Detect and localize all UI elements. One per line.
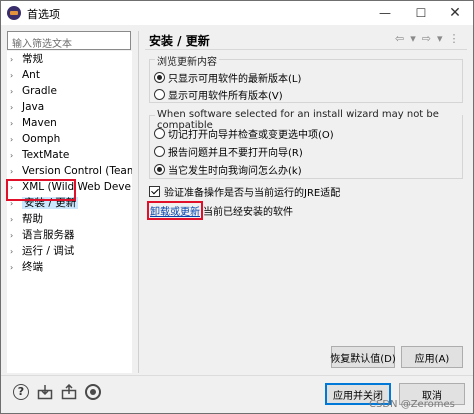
tree-item-textmate[interactable]: › TextMate (7, 147, 132, 163)
apply-button[interactable]: 应用(A) (401, 346, 463, 368)
chevron-right-icon[interactable]: › (10, 164, 20, 180)
import-icon[interactable] (37, 384, 53, 400)
radio-button[interactable] (154, 145, 165, 157)
chevron-right-icon[interactable]: › (10, 212, 20, 228)
page-nav: ⇦ ▾ ⇨ ▾ ⋮ (395, 32, 460, 46)
record-icon[interactable] (85, 384, 101, 400)
browse-updates-group: 浏览更新内容 只显示可用软件的最新版本(L) 显示可用软件所有版本(V) (149, 53, 463, 103)
tree-item-gradle[interactable]: › Gradle (7, 83, 132, 99)
verify-jre-label: 验证准备操作是否与当前运行的JRE适配 (164, 188, 341, 199)
title-separator (145, 49, 467, 50)
chevron-right-icon[interactable]: › (10, 52, 20, 68)
maximize-button[interactable]: ☐ (403, 1, 439, 25)
uninstall-update-link[interactable]: 卸载或更新 (150, 207, 200, 218)
tree-item-ant[interactable]: › Ant (7, 67, 132, 83)
pane-divider[interactable] (138, 31, 139, 373)
export-icon[interactable] (61, 383, 77, 400)
page-title: 安装 / 更新 (149, 34, 210, 48)
close-button[interactable]: ✕ (437, 1, 473, 25)
tree-item-terminal[interactable]: › 终端 (7, 259, 132, 275)
filter-input[interactable]: 输入筛选文本 (7, 31, 131, 50)
chevron-right-icon[interactable]: › (10, 260, 20, 276)
chevron-right-icon[interactable]: › (10, 228, 20, 244)
radio-button-selected[interactable] (154, 163, 165, 175)
radio-open-wizard[interactable]: 切记打开向导并检查或变更选中项(O) (154, 126, 334, 141)
uninstall-link-highlight: 卸载或更新 (147, 201, 203, 220)
wizard-compat-group: When software selected for an install wi… (149, 109, 463, 179)
radio-ask-me[interactable]: 当它发生时向我询问怎么办(k) (154, 162, 302, 177)
chevron-right-icon[interactable]: › (10, 244, 20, 260)
preferences-tree[interactable]: › 常规 › Ant › Gradle › Java › Maven › Oomph › Te… (7, 51, 132, 373)
uninstall-row: 卸载或更新 当前已经安装的软件 (147, 201, 293, 220)
radio-all-versions[interactable]: 显示可用软件所有版本(V) (154, 87, 283, 102)
radio-latest-only[interactable]: 只显示可用软件的最新版本(L) (154, 70, 302, 85)
chevron-right-icon[interactable]: › (10, 84, 20, 100)
selection-highlight-box (6, 179, 76, 201)
back-menu-icon[interactable]: ▾ (410, 32, 416, 46)
radio-label: 显示可用软件所有版本(V) (168, 90, 283, 102)
radio-label: 只显示可用软件的最新版本(L) (168, 73, 302, 85)
radio-label: 报告问题并且不要打开向导(R) (168, 147, 303, 159)
back-arrow-icon[interactable]: ⇦ (395, 32, 404, 46)
verify-jre-checkbox[interactable] (149, 186, 160, 197)
tree-item-help[interactable]: › 帮助 (7, 211, 132, 227)
tree-item-language-servers[interactable]: › 语言服务器 (7, 227, 132, 243)
uninstall-suffix: 当前已经安装的软件 (203, 207, 293, 218)
chevron-right-icon[interactable]: › (10, 116, 20, 132)
tree-item-java[interactable]: › Java (7, 99, 132, 115)
radio-label: 切记打开向导并检查或变更选中项(O) (168, 129, 334, 141)
window-title: 首选项 (27, 8, 60, 21)
more-options-icon[interactable]: ⋮ (449, 32, 460, 46)
preferences-window: 首选项 — ☐ ✕ 输入筛选文本 › 常规 › Ant › Gradle › Java … (0, 0, 474, 414)
chevron-right-icon[interactable]: › (10, 68, 20, 84)
tree-item-oomph[interactable]: › Oomph (7, 131, 132, 147)
radio-button[interactable] (154, 127, 165, 139)
title-bar: 首选项 — ☐ ✕ (1, 1, 473, 25)
restore-defaults-button[interactable]: 恢复默认值(D) (330, 346, 396, 368)
minimize-button[interactable]: — (367, 1, 403, 25)
tree-item-maven[interactable]: › Maven (7, 115, 132, 131)
radio-button[interactable] (154, 88, 165, 100)
chevron-right-icon[interactable]: › (10, 148, 20, 164)
tree-item-general[interactable]: › 常规 (7, 51, 132, 67)
verify-jre-checkbox-row[interactable]: 验证准备操作是否与当前运行的JRE适配 (149, 184, 340, 199)
radio-report-problems[interactable]: 报告问题并且不要打开向导(R) (154, 144, 303, 159)
csdn-watermark: CSDN @Zeromes (369, 399, 455, 410)
chevron-right-icon[interactable]: › (10, 132, 20, 148)
forward-menu-icon[interactable]: ▾ (437, 32, 443, 46)
radio-label: 当它发生时向我询问怎么办(k) (168, 165, 302, 177)
help-icon[interactable]: ? (13, 384, 29, 400)
radio-button-selected[interactable] (154, 71, 165, 83)
bottom-separator (1, 375, 473, 376)
chevron-right-icon[interactable]: › (10, 100, 20, 116)
forward-arrow-icon[interactable]: ⇨ (422, 32, 431, 46)
eclipse-app-icon (7, 6, 21, 20)
browse-updates-legend: 浏览更新内容 (155, 53, 219, 68)
tree-item-version-control[interactable]: › Version Control (Team) (7, 163, 132, 179)
tree-item-run-debug[interactable]: › 运行 / 调试 (7, 243, 132, 259)
